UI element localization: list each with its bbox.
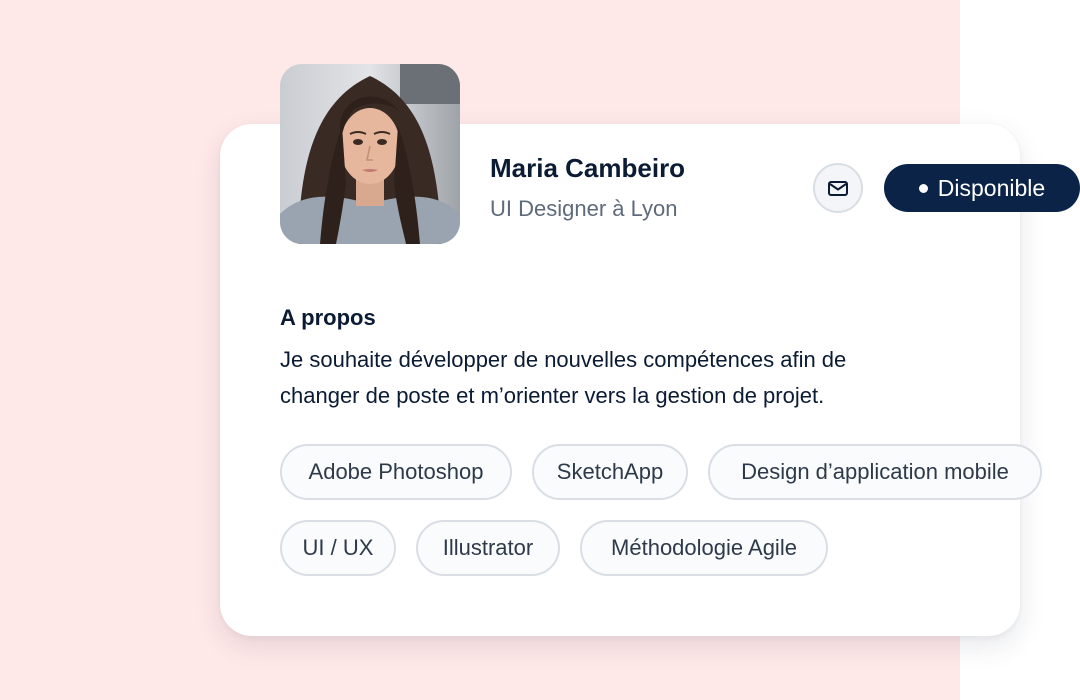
about-text: Je souhaite développer de nouvelles comp… — [280, 342, 920, 414]
skill-tag-agile[interactable]: Méthodologie Agile — [580, 520, 828, 576]
skill-tag-mobile-design[interactable]: Design d’application mobile — [708, 444, 1042, 500]
profile-role: UI Designer à Lyon — [490, 196, 678, 221]
mail-button[interactable] — [813, 163, 863, 213]
skill-tag-adobe-photoshop[interactable]: Adobe Photoshop — [280, 444, 512, 500]
profile-name: Maria Cambeiro — [490, 153, 686, 183]
avatar — [280, 64, 460, 244]
about-text-line-2: changer de poste et m’orienter vers la g… — [280, 383, 825, 408]
profile-photo — [280, 64, 460, 244]
skill-tag-ui-ux[interactable]: UI / UX — [280, 520, 396, 576]
about-text-line-1: Je souhaite développer de nouvelles comp… — [280, 347, 847, 372]
skill-tag-illustrator[interactable]: Illustrator — [416, 520, 560, 576]
skill-tag-sketchapp[interactable]: SketchApp — [532, 444, 688, 500]
status-dot-icon — [918, 183, 928, 193]
about-heading: A propos — [280, 305, 376, 330]
mail-icon — [828, 181, 848, 196]
status-badge[interactable]: Disponible — [884, 164, 1080, 212]
status-label: Disponible — [937, 174, 1046, 201]
